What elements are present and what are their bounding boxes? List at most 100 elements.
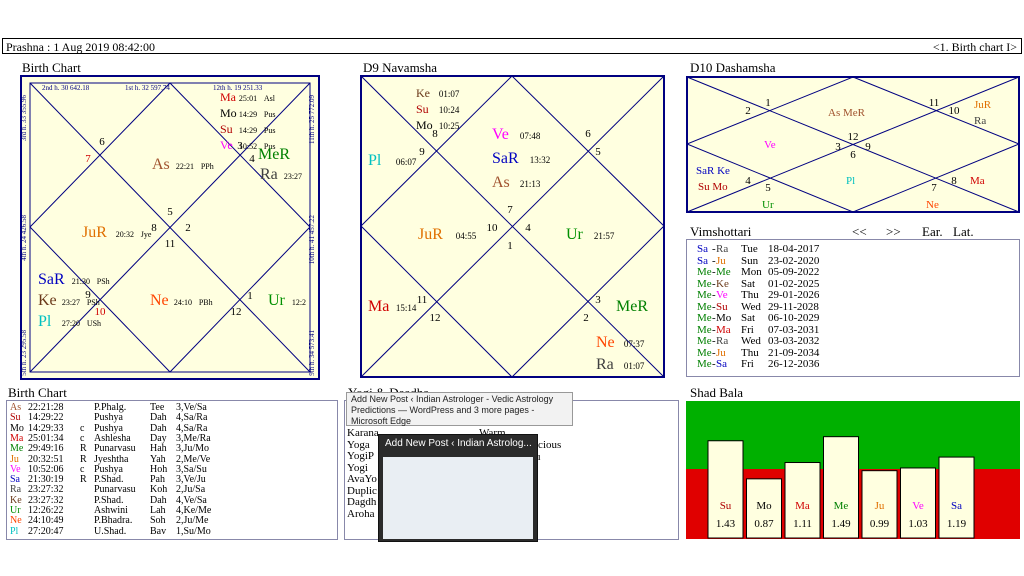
vim-cell: Me xyxy=(716,266,731,278)
birth-chart-table[interactable]: As 22:21:28 P.Phalg. Tee 3,Ve/Sa Su 14:29:22 Pu… xyxy=(6,400,338,540)
vim-cell: 26-12-2036 xyxy=(768,358,820,370)
planet-degree: 06:07 xyxy=(396,157,417,167)
vim-cell: Ke xyxy=(716,277,729,290)
planet-nakshatra: PSh xyxy=(87,298,100,307)
navamsha-chart[interactable]: 8965710 41111232Ke 01:07Su 10:24Mo 10:25Pl 06… xyxy=(360,75,665,378)
shad-bala-planet: Ma xyxy=(795,500,810,512)
vimshottari-list[interactable]: Sa - Ra Tue 18-04-2017 Sa - Ju Sun 23-02-2020 Me - M… xyxy=(686,239,1020,377)
planet-ke: Ke xyxy=(38,292,57,309)
house-number: 7 xyxy=(507,204,513,216)
birth-table-title: Birth Chart xyxy=(8,385,67,400)
vim-cell: Me xyxy=(697,300,712,313)
birth-chart[interactable]: 2nd h. 30 642.18 1st h. 32 597.74 12th h. … xyxy=(20,75,320,380)
dashamsha-chart[interactable]: 21 1110123 9645 78As MeRJuRRaVeSaR KeSu Mo P… xyxy=(686,76,1020,213)
vim-cell: Sat xyxy=(741,277,756,290)
shad-bala-planet: Ju xyxy=(875,500,885,512)
house-cusp-label: 7th h. 26 364.88 xyxy=(125,377,171,380)
house-number: 2 xyxy=(583,312,589,324)
planet-nakshatra: Jye xyxy=(141,230,152,239)
house-cusp-label: 6th h. 23 365.34 xyxy=(42,377,88,380)
thumbnail-preview xyxy=(383,457,533,539)
vim-cell: Sun xyxy=(741,254,759,267)
dashamsha-planet: Ma xyxy=(970,175,985,187)
planet-pl: Pl xyxy=(368,152,382,169)
planet-degree: 25:01 xyxy=(239,94,257,103)
house-cusp-label: 9th h. 34 573.41 xyxy=(308,330,316,376)
vim-cell: Thu xyxy=(741,346,759,359)
house-number: 8 xyxy=(432,128,438,140)
vim-cell: 05-09-2022 xyxy=(768,266,820,278)
dashamsha-planet: Pl xyxy=(846,175,855,187)
top-bar: Prashna : 1 Aug 2019 08:42:00 <1. Birth … xyxy=(2,38,1022,54)
house-number: 9 xyxy=(419,146,425,158)
birth-table-p: Su xyxy=(10,412,21,424)
vim-earlier-button[interactable]: Ear. xyxy=(922,224,943,240)
vim-cell: Thu xyxy=(741,289,759,301)
planet-degree: 12:2 xyxy=(292,298,306,307)
shad-bala-value: 1.03 xyxy=(908,518,928,530)
house-cusp-label: 2nd h. 30 642.18 xyxy=(42,84,90,92)
house-number: 5 xyxy=(595,146,601,158)
house-number: 7 xyxy=(85,153,91,165)
planet-ra: Ra xyxy=(260,166,278,183)
house-number: 6 xyxy=(99,136,105,148)
shad-bala-planet: Su xyxy=(720,500,732,512)
birth-table-deg: 20:32:51 xyxy=(28,453,64,465)
house-number: 9 xyxy=(865,141,871,153)
dashamsha-title: D10 Dashamsha xyxy=(690,60,776,75)
birth-table-nak: Jyeshtha xyxy=(94,453,129,465)
vim-cell: 21-09-2034 xyxy=(768,346,820,359)
vim-later-button[interactable]: Lat. xyxy=(953,224,974,240)
taskbar-thumbnail[interactable]: Add New Post ‹ Indian Astrolog... xyxy=(378,434,538,542)
vim-cell: Me xyxy=(697,289,712,301)
vim-cell: Ju xyxy=(716,254,726,267)
planet-ve: Ve xyxy=(492,126,509,143)
dashamsha-planet: As MeR xyxy=(828,107,866,119)
thumbnail-title: Add New Post ‹ Indian Astrolog... xyxy=(385,438,532,449)
vim-next-button[interactable]: >> xyxy=(886,224,901,240)
planet-degree: 01:07 xyxy=(439,89,460,99)
dashamsha-planet: Ra xyxy=(974,115,986,127)
house-number: 4 xyxy=(249,153,255,165)
chart-selector[interactable]: <1. Birth chart I> xyxy=(933,39,1017,55)
shad-bala-value: 0.99 xyxy=(870,518,890,530)
house-cusp-label: 11th h. 25 772.09 xyxy=(308,95,316,144)
yogi-label: YogiP xyxy=(347,450,375,462)
birth-table-p: Pl xyxy=(10,525,19,537)
vim-cell: Ma xyxy=(716,323,731,336)
vim-cell: Ra xyxy=(716,243,729,255)
vim-cell: Sat xyxy=(741,312,756,324)
birth-table-deg: 24:10:49 xyxy=(28,515,64,527)
planet-nakshatra: USh xyxy=(87,319,101,328)
dashamsha-planet: Ne xyxy=(926,199,939,211)
yogi-label: AvaYo xyxy=(347,473,377,485)
house-number: 12 xyxy=(848,131,859,143)
planet-degree: 10:24 xyxy=(439,105,460,115)
vim-prev-button[interactable]: << xyxy=(852,224,867,240)
dashamsha-planet: JuR xyxy=(974,99,992,111)
house-number: 8 xyxy=(151,222,157,234)
house-number: 1 xyxy=(765,97,771,109)
shad-bala-planet: Ve xyxy=(912,500,924,512)
planet-degree: 01:07 xyxy=(624,361,645,371)
shad-bala-planet: Sa xyxy=(951,500,962,512)
planet-degree: 10:25 xyxy=(439,121,460,131)
shad-bala-title: Shad Bala xyxy=(690,385,744,400)
house-number: 11 xyxy=(929,97,940,109)
planet-nakshatra: Pus xyxy=(264,126,276,135)
house-number: 6 xyxy=(585,128,591,140)
planet-degree: 27:20 xyxy=(62,319,80,328)
planet-degree: 10:52 xyxy=(239,142,257,151)
planet-degree: 07:48 xyxy=(520,131,541,141)
house-cusp-label: 3rd h. 33 355.96 xyxy=(20,95,28,142)
birth-table-nak: P.Bhadra. xyxy=(94,515,133,527)
planet-ra: Ra xyxy=(596,356,614,373)
planet-nakshatra: PPh xyxy=(201,162,214,171)
prashna-datetime: Prashna : 1 Aug 2019 08:42:00 xyxy=(6,40,155,54)
vim-cell: Me xyxy=(697,335,712,347)
vim-cell: Su xyxy=(716,300,728,313)
planet-degree: 14:29 xyxy=(239,126,257,135)
birth-table-p: Ju xyxy=(10,453,19,465)
house-number: 12 xyxy=(231,306,242,318)
shad-bala-value: 1.43 xyxy=(716,518,736,530)
